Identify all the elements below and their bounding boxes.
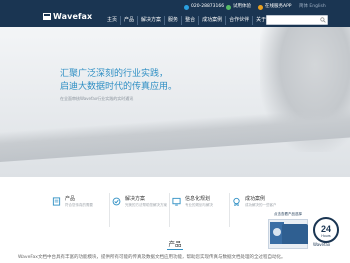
app-link[interactable]: 在线服务APP [258, 3, 292, 11]
phone-icon [184, 4, 189, 10]
feature-desc: 专业的规划与解决 [185, 203, 213, 207]
logo-text: Wavefax [53, 12, 93, 21]
search-box [266, 15, 328, 34]
section-description: WaveFax文档中台具有丰富的功能模块，提供所有可能的传真及数据文档应用功能，… [18, 255, 286, 260]
integration-icon [172, 197, 181, 206]
hero-banner [0, 27, 350, 177]
app-icon [258, 4, 263, 10]
hero-headline-1: 汇聚广泛深刻的行业实践， [60, 69, 169, 79]
nav-item-solutions[interactable]: 解决方案 [137, 16, 164, 25]
feature-strip: 产品 符合您传真的需要 解决方案 完美的方法帮助您解决方案 信息化规划 专业的规… [50, 193, 290, 227]
language-label: 简体 English [299, 4, 326, 9]
feature-title: 信息化规划 [185, 196, 211, 202]
feature-desc: 成功解决的一些客户 [245, 203, 277, 207]
phone-number: 020-28873166 [191, 4, 225, 9]
hero-background-shape [0, 106, 350, 162]
nav-item-cases[interactable]: 成功案例 [198, 16, 225, 25]
badge-number: 24 [321, 224, 331, 234]
case-icon [233, 197, 240, 206]
main-nav: 主页 产品 解决方案 服务 整合 成功案例 合作伙伴 关于我们 [104, 16, 279, 25]
promo-label: 点击查看产品选择 [274, 212, 302, 216]
language-switch[interactable]: 简体 English [299, 3, 326, 11]
hero-headline-2: 启迪大数据时代的传真应用。 [60, 82, 178, 92]
wavefax-logo[interactable]: Wavefax [43, 12, 92, 21]
product-icon [52, 197, 61, 206]
section-title-underline [167, 249, 183, 250]
search-icon[interactable] [320, 17, 326, 23]
feature-title: 成功案例 [245, 196, 266, 202]
trial-link[interactable]: 试用体验 [226, 3, 251, 11]
nav-item-partners[interactable]: 合作伙伴 [225, 16, 252, 25]
section-title: 产品 [168, 240, 182, 248]
feature-title: 解决方案 [125, 196, 146, 202]
nav-item-integration[interactable]: 整合 [181, 16, 198, 25]
hero-subtitle: 在全面审核Wavefax行业实践的实时通讯 [60, 96, 134, 101]
chat-icon [226, 4, 231, 10]
nav-item-home[interactable]: 主页 [104, 16, 120, 25]
feature-solution[interactable]: 解决方案 完美的方法帮助您解决方案 [110, 193, 170, 227]
feature-title: 产品 [65, 196, 76, 202]
feature-desc: 符合您传真的需要 [65, 203, 93, 207]
feature-product[interactable]: 产品 符合您传真的需要 [50, 193, 110, 227]
nav-item-products[interactable]: 产品 [120, 16, 137, 25]
phone-link[interactable]: 020-28873166 [184, 3, 224, 11]
nav-item-services[interactable]: 服务 [164, 16, 181, 25]
logo-mark-icon [43, 13, 51, 20]
feature-integration[interactable]: 信息化规划 专业的规划与解决 [170, 193, 230, 227]
feature-desc: 完美的方法帮助您解决方案 [125, 203, 167, 207]
app-label: 在线服务APP [265, 4, 292, 9]
trial-label: 试用体验 [233, 4, 251, 9]
solution-icon [112, 197, 121, 206]
